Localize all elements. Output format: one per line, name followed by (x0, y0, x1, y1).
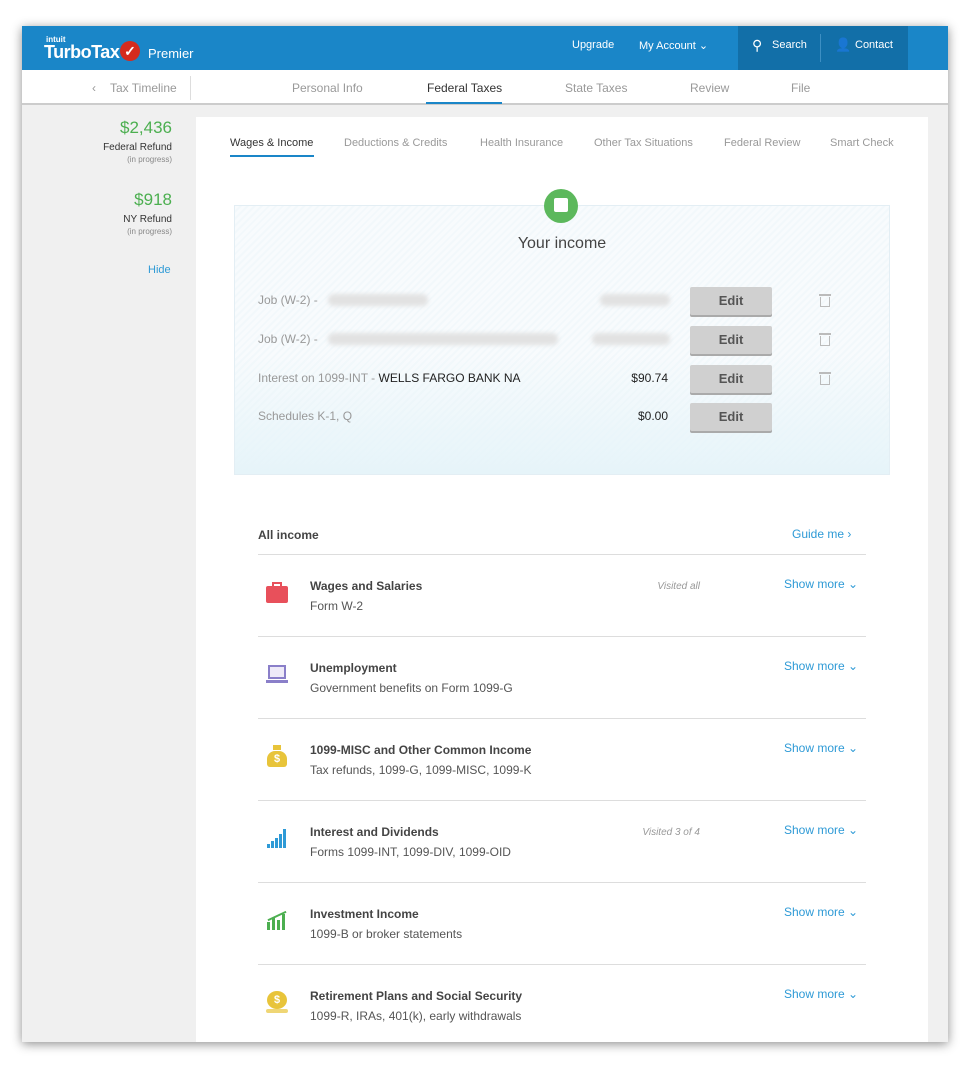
show-more-link[interactable]: Show more ⌄ (784, 823, 858, 837)
visited-status: Visited all (657, 581, 700, 592)
trash-icon[interactable] (819, 372, 831, 385)
category-subtitle: Government benefits on Form 1099-G (310, 681, 513, 695)
income-row-label: Schedules K-1, Q (258, 409, 353, 423)
trash-icon[interactable] (819, 333, 831, 346)
income-category-item: Interest and Dividends Forms 1099-INT, 1… (196, 801, 928, 883)
redacted-name (328, 294, 428, 306)
state-refund-status: (in progress) (127, 227, 172, 236)
edit-button[interactable]: Edit (690, 326, 772, 354)
trash-icon[interactable] (819, 294, 831, 307)
category-title[interactable]: 1099-MISC and Other Common Income (310, 743, 531, 757)
main-nav: ‹ Tax Timeline Personal Info Federal Tax… (22, 70, 948, 105)
tax-timeline-link[interactable]: Tax Timeline (110, 81, 177, 95)
subtab-health-insurance[interactable]: Health Insurance (480, 137, 563, 149)
category-title[interactable]: Interest and Dividends (310, 825, 439, 839)
subtab-smart-check[interactable]: Smart Check (830, 137, 894, 149)
show-more-link[interactable]: Show more ⌄ (784, 741, 858, 755)
upgrade-link[interactable]: Upgrade (572, 39, 614, 51)
income-row-label: Job (W-2) - (258, 332, 318, 346)
show-more-link[interactable]: Show more ⌄ (784, 905, 858, 919)
search-button[interactable]: Search (772, 39, 807, 51)
your-income-title: Your income (517, 235, 607, 252)
federal-refund-amount: $2,436 (120, 118, 172, 137)
person-icon: 👤 (835, 37, 852, 52)
state-refund-label: NY Refund (123, 214, 172, 225)
divider (820, 34, 821, 62)
turbotax-logo[interactable]: TurboTax (44, 42, 120, 63)
search-icon: ⚲ (752, 37, 763, 53)
back-chevron-icon: ‹ (92, 81, 96, 95)
briefcase-icon (266, 581, 288, 603)
contact-button[interactable]: Contact (855, 39, 893, 51)
income-category-item: Unemployment Government benefits on Form… (196, 637, 928, 719)
tab-file[interactable]: File (791, 81, 810, 95)
redacted-amount (600, 294, 670, 306)
edit-button[interactable]: Edit (690, 287, 772, 315)
app-window: intuit TurboTax ✓ Premier Upgrade My Acc… (22, 26, 948, 1042)
category-subtitle: 1099-B or broker statements (310, 927, 463, 941)
income-amount: $0.00 (637, 409, 668, 423)
guide-me-link[interactable]: Guide me › (792, 527, 851, 541)
divider (190, 76, 191, 100)
visited-status: Visited 3 of 4 (642, 827, 700, 838)
payer-name: WELLS FARGO BANK NA (378, 371, 521, 385)
income-row-label: Job (W-2) - (258, 293, 318, 307)
money-bag-icon: $ (266, 745, 288, 767)
tab-personal-info[interactable]: Personal Info (292, 81, 363, 95)
state-refund-amount: $918 (134, 190, 172, 209)
show-more-link[interactable]: Show more ⌄ (784, 659, 858, 673)
all-income-heading: All income (258, 528, 319, 542)
active-tab-underline (426, 102, 502, 104)
redacted-name (328, 333, 558, 345)
category-subtitle: 1099-R, IRAs, 401(k), early withdrawals (310, 1009, 522, 1023)
income-row-label: Interest on 1099-INT - WELLS FARGO BANK … (258, 371, 521, 385)
subtab-other-tax-situations[interactable]: Other Tax Situations (594, 137, 693, 149)
subtab-deductions-credits[interactable]: Deductions & Credits (344, 137, 447, 149)
federal-refund-status: (in progress) (127, 155, 172, 164)
category-title[interactable]: Wages and Salaries (310, 579, 422, 593)
growth-chart-icon (266, 909, 288, 931)
my-account-menu[interactable]: My Account ⌄ (639, 39, 708, 52)
subtab-wages-income[interactable]: Wages & Income (230, 137, 313, 149)
edit-button[interactable]: Edit (690, 365, 772, 393)
active-subtab-underline (230, 155, 314, 157)
coin-stack-icon: $ (266, 991, 288, 1013)
income-category-item: $ Retirement Plans and Social Security 1… (196, 965, 928, 1042)
show-more-link[interactable]: Show more ⌄ (784, 987, 858, 1001)
category-title[interactable]: Retirement Plans and Social Security (310, 989, 522, 1003)
row-label: Interest on 1099-INT - (258, 371, 376, 385)
tab-federal-taxes[interactable]: Federal Taxes (427, 81, 502, 95)
subtab-federal-review[interactable]: Federal Review (724, 137, 800, 149)
income-category-item: $ 1099-MISC and Other Common Income Tax … (196, 719, 928, 801)
redacted-amount (592, 333, 670, 345)
top-header: intuit TurboTax ✓ Premier Upgrade My Acc… (22, 26, 948, 70)
laptop-search-icon (266, 663, 288, 685)
income-category-item: Wages and Salaries Form W-2 Visited all … (196, 555, 928, 637)
tab-review[interactable]: Review (690, 81, 729, 95)
income-amount: $90.74 (631, 371, 668, 385)
edit-button[interactable]: Edit (690, 403, 772, 431)
income-category-item: Investment Income 1099-B or broker state… (196, 883, 928, 965)
federal-refund-label: Federal Refund (103, 142, 172, 153)
main-card: Wages & Income Deductions & Credits Heal… (196, 117, 928, 1042)
show-more-link[interactable]: Show more ⌄ (784, 577, 858, 591)
checkmark-logo-icon: ✓ (120, 41, 140, 61)
tab-state-taxes[interactable]: State Taxes (565, 81, 627, 95)
cash-register-icon (544, 189, 578, 223)
category-subtitle: Forms 1099-INT, 1099-DIV, 1099-OID (310, 845, 511, 859)
bar-chart-icon (266, 827, 288, 849)
product-name: Premier (148, 46, 194, 61)
category-subtitle: Tax refunds, 1099-G, 1099-MISC, 1099-K (310, 763, 532, 777)
category-subtitle: Form W-2 (310, 599, 364, 613)
hide-link[interactable]: Hide (148, 264, 171, 276)
category-title[interactable]: Unemployment (310, 661, 397, 675)
category-title[interactable]: Investment Income (310, 907, 419, 921)
